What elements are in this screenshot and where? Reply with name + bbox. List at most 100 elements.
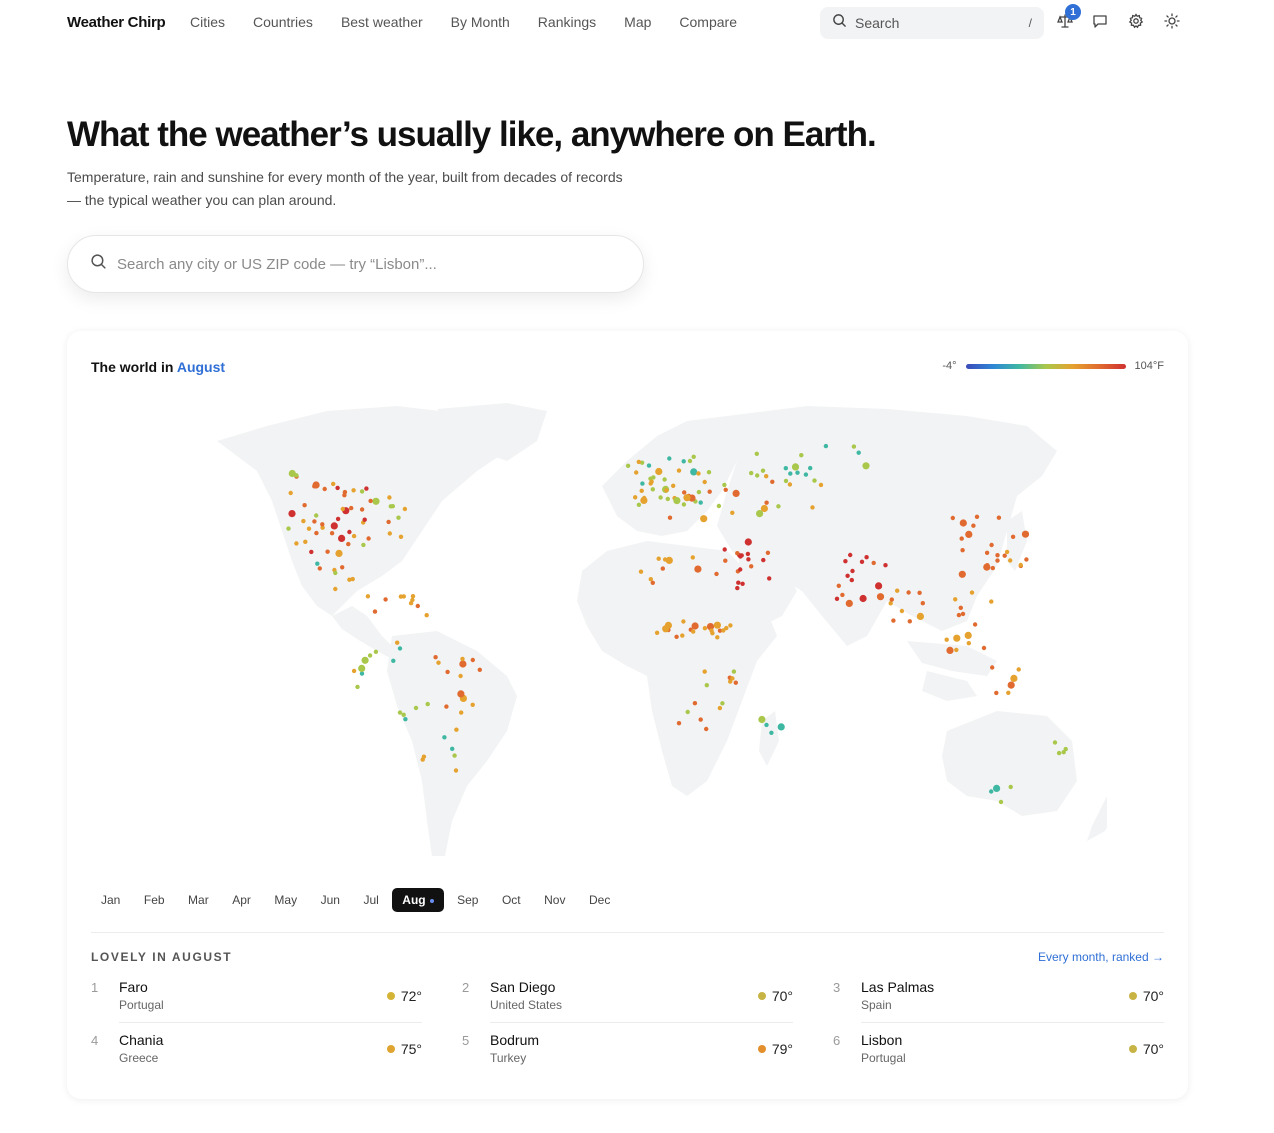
city-dot[interactable]	[288, 510, 296, 518]
city-dot[interactable]	[856, 450, 861, 455]
city-dot[interactable]	[433, 655, 438, 660]
theme-toggle-button[interactable]	[1161, 12, 1183, 34]
city-dot[interactable]	[733, 680, 738, 685]
settings-button[interactable]	[1125, 12, 1147, 34]
city-dot[interactable]	[436, 660, 441, 665]
city-dot[interactable]	[799, 453, 804, 458]
city-dot[interactable]	[674, 634, 679, 639]
city-dot[interactable]	[791, 463, 800, 471]
city-dot[interactable]	[971, 523, 976, 528]
world-map[interactable]	[207, 401, 1107, 871]
city-dot[interactable]	[639, 488, 644, 493]
city-dot[interactable]	[907, 619, 912, 624]
city-dot[interactable]	[714, 571, 719, 577]
city-dot[interactable]	[1010, 674, 1018, 682]
city-dot[interactable]	[650, 487, 655, 492]
city-dot[interactable]	[687, 458, 693, 464]
city-dot[interactable]	[383, 597, 388, 602]
city-dot[interactable]	[958, 605, 963, 610]
city-dot[interactable]	[724, 625, 729, 631]
city-dot[interactable]	[680, 633, 685, 638]
city-dot[interactable]	[764, 474, 769, 479]
city-dot[interactable]	[395, 640, 400, 645]
city-dot[interactable]	[349, 505, 354, 511]
city-dot[interactable]	[706, 470, 712, 475]
city-dot[interactable]	[722, 482, 727, 488]
city-dot[interactable]	[959, 519, 967, 527]
city-dot[interactable]	[386, 519, 391, 525]
city-dot[interactable]	[671, 483, 676, 488]
city-dot[interactable]	[333, 586, 338, 592]
city-dot[interactable]	[650, 580, 655, 585]
city-dot[interactable]	[450, 746, 455, 751]
city-dot[interactable]	[954, 647, 959, 653]
city-dot[interactable]	[702, 669, 707, 674]
city-dot[interactable]	[716, 503, 722, 509]
city-dot[interactable]	[840, 592, 845, 598]
city-dot[interactable]	[761, 557, 766, 563]
city-dot[interactable]	[730, 676, 735, 681]
city-dot[interactable]	[458, 673, 463, 679]
city-dot[interactable]	[1010, 534, 1016, 539]
city-dot[interactable]	[862, 462, 870, 470]
city-dot[interactable]	[388, 504, 393, 509]
city-dot[interactable]	[953, 634, 961, 642]
city-dot[interactable]	[960, 548, 965, 553]
nav-link-countries[interactable]: Countries	[253, 14, 313, 30]
city-dot[interactable]	[335, 549, 343, 557]
city-dot[interactable]	[754, 451, 759, 456]
city-dot[interactable]	[787, 482, 793, 487]
city-dot[interactable]	[359, 671, 365, 676]
city-dot[interactable]	[329, 531, 335, 536]
city-dot[interactable]	[413, 705, 419, 711]
city-dot[interactable]	[981, 645, 987, 651]
city-dot[interactable]	[1006, 690, 1011, 695]
month-apr-button[interactable]: Apr	[222, 888, 261, 912]
city-dot[interactable]	[660, 566, 665, 571]
city-dot[interactable]	[457, 690, 465, 698]
city-dot[interactable]	[442, 735, 447, 740]
city-dot[interactable]	[368, 498, 373, 504]
month-sep-button[interactable]: Sep	[447, 888, 488, 912]
city-dot[interactable]	[984, 550, 990, 555]
city-dot[interactable]	[760, 504, 769, 513]
city-dot[interactable]	[1007, 681, 1015, 689]
city-list-item[interactable]: 2 San Diego United States 70°	[462, 979, 793, 1025]
city-dot[interactable]	[851, 444, 857, 449]
city-dot[interactable]	[452, 753, 457, 758]
city-dot[interactable]	[667, 515, 673, 520]
city-dot[interactable]	[749, 470, 754, 476]
city-dot[interactable]	[636, 459, 641, 465]
city-dot[interactable]	[424, 613, 429, 618]
city-dot[interactable]	[665, 496, 670, 502]
city-dot[interactable]	[964, 631, 972, 639]
city-dot[interactable]	[351, 488, 356, 493]
city-dot[interactable]	[777, 723, 785, 731]
city-dot[interactable]	[367, 653, 373, 658]
city-dot[interactable]	[445, 669, 450, 675]
city-search-input[interactable]	[117, 255, 597, 273]
city-dot[interactable]	[836, 583, 841, 588]
city-dot[interactable]	[803, 472, 809, 477]
city-dot[interactable]	[477, 667, 482, 672]
city-dot[interactable]	[691, 629, 696, 634]
city-dot[interactable]	[704, 726, 709, 732]
city-dot[interactable]	[694, 565, 702, 573]
city-list-item[interactable]: 6 Lisbon Portugal 70°	[833, 1032, 1164, 1078]
brand-logo[interactable]: Weather Chirp	[67, 14, 166, 31]
city-dot[interactable]	[974, 514, 980, 519]
city-dot[interactable]	[738, 554, 743, 559]
city-dot[interactable]	[1008, 784, 1013, 790]
city-dot[interactable]	[317, 566, 322, 571]
city-dot[interactable]	[315, 561, 320, 566]
city-dot[interactable]	[859, 594, 867, 603]
city-dot[interactable]	[917, 590, 922, 595]
compare-scale-button[interactable]: 1	[1054, 4, 1081, 34]
city-dot[interactable]	[990, 565, 995, 571]
city-dot[interactable]	[682, 490, 687, 495]
month-oct-button[interactable]: Oct	[492, 888, 531, 912]
city-dot[interactable]	[989, 789, 994, 794]
city-dot[interactable]	[351, 533, 357, 539]
city-dot[interactable]	[808, 465, 813, 471]
city-dot[interactable]	[1063, 746, 1068, 752]
